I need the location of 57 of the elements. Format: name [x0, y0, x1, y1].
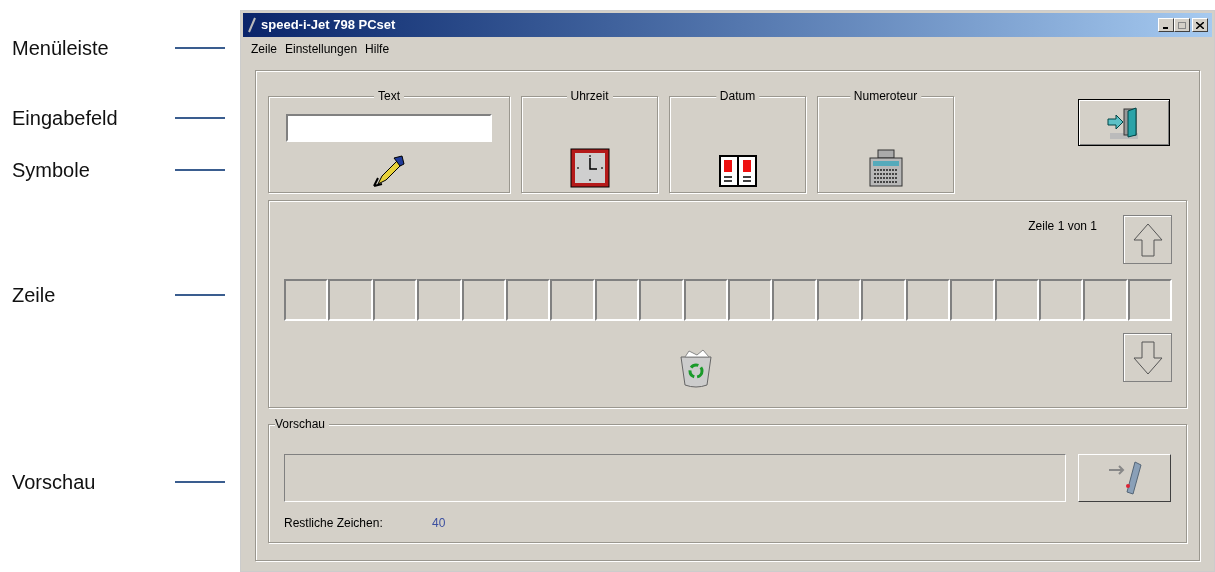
menu-item[interactable]: Zeile [251, 40, 277, 58]
recycle-bin-icon[interactable] [677, 349, 715, 389]
window-title: speed-i-Jet 798 PCset [261, 16, 396, 35]
group-title: Uhrzeit [566, 89, 613, 103]
maximize-button[interactable] [1174, 18, 1190, 32]
leader-line [175, 47, 225, 49]
character-cell[interactable] [861, 279, 906, 321]
minimize-button[interactable] [1158, 18, 1174, 32]
character-cell[interactable] [284, 279, 329, 321]
arrow-up-icon [1131, 221, 1164, 258]
callout-label: Eingabefeld [12, 106, 119, 130]
exit-button[interactable] [1078, 99, 1170, 146]
character-cell[interactable] [1038, 279, 1084, 321]
clock-icon[interactable] [569, 148, 610, 188]
character-cell[interactable] [550, 279, 595, 321]
character-cell[interactable] [994, 279, 1039, 321]
character-cell[interactable] [1127, 279, 1173, 321]
group-title: Numeroteur [849, 89, 922, 103]
print-button[interactable] [1078, 454, 1171, 502]
close-icon [1196, 21, 1204, 29]
callout-label: Menüleiste [12, 36, 110, 60]
text-input-field[interactable] [286, 114, 492, 142]
line-down-button[interactable] [1123, 333, 1172, 382]
character-cell[interactable] [372, 279, 418, 321]
group-title: Vorschau [275, 417, 330, 431]
group-title: Datum [715, 89, 760, 103]
leader-line [175, 117, 225, 119]
character-cell[interactable] [905, 279, 951, 321]
callout-label: Vorschau [12, 470, 97, 494]
character-cell[interactable] [328, 279, 373, 321]
character-cell[interactable] [594, 279, 640, 321]
character-cell[interactable] [816, 279, 862, 321]
menu-item[interactable]: Hilfe [365, 40, 390, 58]
arrow-down-icon [1131, 339, 1164, 376]
line-up-button[interactable] [1123, 215, 1172, 264]
remaining-characters-value: 40 [432, 515, 446, 532]
line-position-text: Zeile 1 von 1 [1028, 218, 1097, 235]
character-cell[interactable] [417, 279, 462, 321]
leader-line [175, 481, 225, 483]
character-cell[interactable] [683, 279, 729, 321]
menu-item[interactable]: Einstellungen [285, 40, 358, 58]
maximize-icon [1178, 21, 1186, 29]
close-button[interactable] [1192, 18, 1208, 32]
character-cell[interactable] [461, 279, 507, 321]
character-cell[interactable] [506, 279, 551, 321]
calendar-icon[interactable] [717, 152, 758, 188]
callout-label: Symbole [12, 158, 91, 182]
character-cell[interactable] [772, 279, 817, 321]
leader-line [175, 294, 225, 296]
character-cell[interactable] [950, 279, 995, 321]
character-cell[interactable] [1083, 279, 1128, 321]
leader-line [175, 169, 225, 171]
character-cell[interactable] [728, 279, 773, 321]
callout-label: Zeile [12, 283, 57, 307]
character-cell[interactable] [639, 279, 684, 321]
remaining-characters-label: Restliche Zeichen: [284, 515, 384, 532]
group-title: Text [374, 89, 404, 103]
